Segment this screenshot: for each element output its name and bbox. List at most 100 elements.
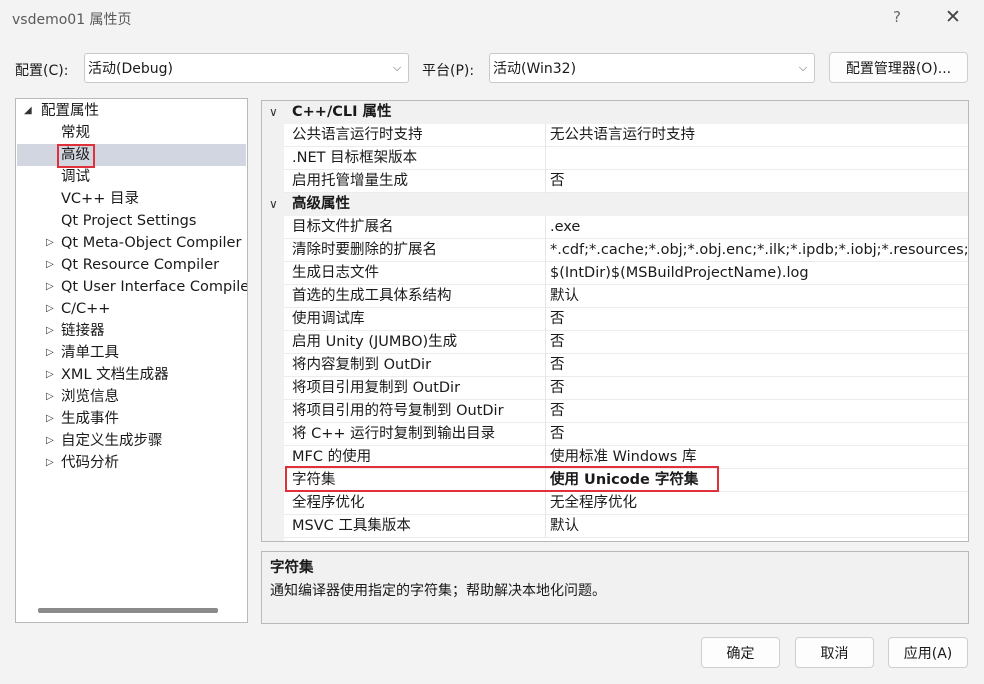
property-value[interactable]: 否 [550, 354, 565, 376]
property-value[interactable]: 否 [550, 331, 565, 353]
tree-selection-highlight [17, 144, 246, 166]
column-divider [545, 400, 546, 423]
property-value[interactable]: 默认 [550, 515, 579, 537]
tree-item-label: Qt Resource Compiler [61, 257, 220, 273]
property-value[interactable]: $(IntDir)$(MSBuildProjectName).log [550, 262, 809, 284]
property-name: MFC 的使用 [292, 449, 372, 465]
property-value[interactable]: *.cdf;*.cache;*.obj;*.obj.enc;*.ilk;*.ip… [550, 239, 968, 261]
property-value[interactable]: 默认 [550, 285, 579, 307]
property-row[interactable]: 将 C++ 运行时复制到输出目录 否 [284, 423, 968, 446]
property-name: 将项目引用的符号复制到 OutDir [292, 403, 504, 419]
column-divider [545, 216, 546, 239]
property-value[interactable]: 使用标准 Windows 库 [550, 446, 696, 468]
description-title: 字符集 [270, 560, 314, 576]
tree-item-label: 调试 [61, 169, 90, 185]
expanded-triangle-icon[interactable]: ◢ [24, 100, 32, 122]
property-value[interactable]: 无公共语言运行时支持 [550, 124, 695, 146]
collapse-chevron-icon[interactable]: ∨ [269, 193, 278, 216]
expand-triangle-icon[interactable]: ▷ [46, 342, 54, 364]
tree-item-label: Qt User Interface Compiler [61, 279, 248, 295]
column-divider [545, 423, 546, 446]
property-name: 将内容复制到 OutDir [292, 357, 432, 373]
config-manager-button[interactable]: 配置管理器(O)... [829, 52, 968, 83]
property-row[interactable]: 启用 Unity (JUMBO)生成 否 [284, 331, 968, 354]
property-name: 首选的生成工具体系结构 [292, 288, 452, 304]
grid-category-title: 高级属性 [292, 196, 350, 212]
property-value[interactable]: 否 [550, 377, 565, 399]
description-panel: 字符集 通知编译器使用指定的字符集；帮助解决本地化问题。 [261, 551, 969, 624]
expand-triangle-icon[interactable]: ▷ [46, 320, 54, 342]
tree-item-label: Qt Meta-Object Compiler [61, 235, 242, 251]
property-row[interactable]: 使用调试库 否 [284, 308, 968, 331]
property-name: 使用调试库 [292, 311, 365, 327]
property-name: 目标文件扩展名 [292, 219, 394, 235]
property-value[interactable]: 无全程序优化 [550, 492, 637, 514]
character-set-annotation-box [285, 466, 719, 492]
cancel-button[interactable]: 取消 [795, 637, 874, 668]
expand-triangle-icon[interactable]: ▷ [46, 386, 54, 408]
expand-triangle-icon[interactable]: ▷ [46, 408, 54, 430]
property-row[interactable]: 将内容复制到 OutDir 否 [284, 354, 968, 377]
property-value[interactable]: 否 [550, 170, 565, 192]
property-row[interactable]: 首选的生成工具体系结构 默认 [284, 285, 968, 308]
column-divider [545, 124, 546, 147]
chevron-down-icon: ⌵ [798, 61, 808, 74]
property-row[interactable]: 将项目引用复制到 OutDir 否 [284, 377, 968, 400]
property-row[interactable]: .NET 目标框架版本 [284, 147, 968, 170]
window-title: vsdemo01 属性页 [12, 12, 132, 28]
expand-triangle-icon[interactable]: ▷ [46, 364, 54, 386]
platform-combo[interactable]: 活动(Win32) ⌵ [489, 53, 815, 83]
property-row[interactable]: 生成日志文件 $(IntDir)$(MSBuildProjectName).log [284, 262, 968, 285]
property-value[interactable]: 否 [550, 423, 565, 445]
property-name: 将项目引用复制到 OutDir [292, 380, 461, 396]
column-divider [545, 308, 546, 331]
property-row[interactable]: 目标文件扩展名 .exe [284, 216, 968, 239]
collapse-chevron-icon[interactable]: ∨ [269, 101, 278, 124]
column-divider [545, 239, 546, 262]
grid-gutter [262, 101, 284, 541]
chevron-down-icon: ⌵ [392, 61, 402, 74]
property-row[interactable]: 启用托管增量生成 否 [284, 170, 968, 193]
tree-item-label: 常规 [61, 125, 90, 141]
apply-button[interactable]: 应用(A) [888, 637, 968, 668]
platform-label: 平台(P): [422, 63, 475, 79]
property-name: .NET 目标框架版本 [292, 150, 418, 166]
column-divider [545, 262, 546, 285]
tree-item-label: 代码分析 [61, 455, 119, 471]
grid-category[interactable]: ∨ 高级属性 [262, 193, 968, 216]
selection-annotation-box [57, 144, 95, 168]
config-label: 配置(C): [15, 63, 69, 79]
expand-triangle-icon[interactable]: ▷ [46, 298, 54, 320]
close-icon[interactable]: ✕ [942, 6, 964, 28]
tree-item-label: C/C++ [61, 301, 111, 317]
property-value[interactable]: 否 [550, 308, 565, 330]
ok-button[interactable]: 确定 [701, 637, 780, 668]
expand-triangle-icon[interactable]: ▷ [46, 232, 54, 254]
expand-triangle-icon[interactable]: ▷ [46, 276, 54, 298]
property-name: 生成日志文件 [292, 265, 379, 281]
expand-triangle-icon[interactable]: ▷ [46, 430, 54, 452]
property-row[interactable]: 清除时要删除的扩展名 *.cdf;*.cache;*.obj;*.obj.enc;… [284, 239, 968, 262]
column-divider [545, 354, 546, 377]
column-divider [545, 515, 546, 538]
property-row[interactable]: 公共语言运行时支持 无公共语言运行时支持 [284, 124, 968, 147]
help-icon[interactable]: ? [888, 8, 906, 26]
property-value[interactable]: .exe [550, 216, 580, 238]
config-combo[interactable]: 活动(Debug) ⌵ [84, 53, 409, 83]
tree-item-label: 清单工具 [61, 345, 119, 361]
expand-triangle-icon[interactable]: ▷ [46, 254, 54, 276]
property-value[interactable]: 否 [550, 400, 565, 422]
property-row[interactable]: 全程序优化 无全程序优化 [284, 492, 968, 515]
property-name: MSVC 工具集版本 [292, 518, 411, 534]
property-row[interactable]: 将项目引用的符号复制到 OutDir 否 [284, 400, 968, 423]
property-name: 清除时要删除的扩展名 [292, 242, 437, 258]
property-name: 将 C++ 运行时复制到输出目录 [292, 426, 496, 442]
expand-triangle-icon[interactable]: ▷ [46, 452, 54, 474]
grid-category[interactable]: ∨ C++/CLI 属性 [262, 101, 968, 124]
property-tree[interactable]: ◢ 配置属性 常规 高级 调试 VC++ 目录 Qt Project Settings ▷… [15, 98, 248, 623]
title-bar: vsdemo01 属性页 ? ✕ [0, 0, 984, 38]
description-text: 通知编译器使用指定的字符集；帮助解决本地化问题。 [270, 583, 606, 599]
horizontal-scrollbar[interactable] [38, 608, 218, 613]
property-row[interactable]: MSVC 工具集版本 默认 [284, 515, 968, 538]
tree-item-label: XML 文档生成器 [61, 367, 169, 383]
